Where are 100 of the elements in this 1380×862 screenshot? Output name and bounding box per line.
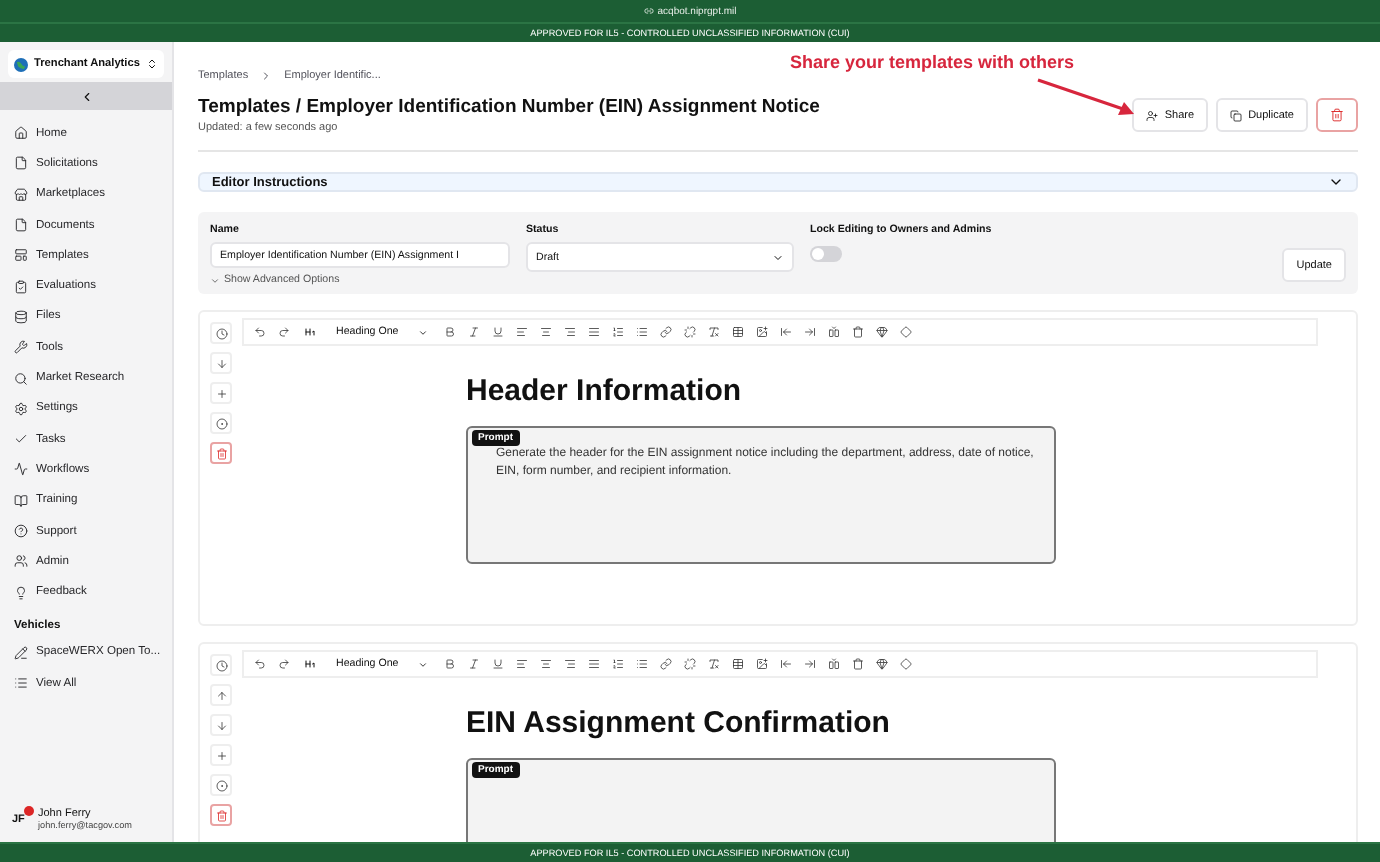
clock-icon [215, 327, 227, 339]
options-button[interactable] [210, 774, 232, 796]
delete-column-icon [851, 326, 864, 338]
toolbar-button[interactable] [512, 323, 531, 341]
lightbulb-icon [14, 585, 28, 600]
clear-format-icon [707, 326, 720, 338]
toolbar-button[interactable] [440, 323, 459, 341]
users-icon [14, 554, 28, 569]
document-icon [14, 156, 28, 171]
toolbar-button[interactable] [872, 323, 891, 341]
circle-dot-icon [215, 417, 227, 429]
unlink-icon [683, 326, 696, 338]
align-justify-icon [587, 326, 600, 338]
lock-toggle[interactable] [810, 246, 842, 262]
notification-dot [24, 805, 34, 815]
history-button[interactable] [210, 654, 232, 676]
toolbar-button[interactable] [584, 323, 603, 341]
toolbar-button[interactable] [776, 323, 795, 341]
align-left-icon [515, 326, 528, 338]
column-right-icon [803, 326, 816, 338]
italic-icon [467, 326, 480, 338]
heading-icon [304, 658, 316, 670]
arrow-down-icon [215, 719, 227, 731]
toolbar-button[interactable] [776, 655, 795, 673]
toolbar-button[interactable] [848, 323, 867, 341]
clipboard-icon [14, 279, 28, 294]
toolbar-button[interactable] [656, 323, 675, 341]
diamond-icon [899, 326, 912, 338]
toolbar-button[interactable] [824, 323, 843, 341]
undo-icon [253, 658, 265, 670]
chevron-left-icon [79, 89, 93, 103]
toolbar-button[interactable] [250, 655, 268, 673]
delete-block-button[interactable] [210, 442, 232, 464]
align-right-icon [563, 658, 576, 670]
numbered-list-icon [611, 658, 624, 670]
history-button[interactable] [210, 322, 232, 344]
toolbar-button[interactable] [656, 655, 675, 673]
annotation-text: Share your templates with others [790, 52, 1075, 72]
align-right-icon [563, 326, 576, 338]
toolbar-button[interactable] [250, 323, 268, 341]
link-icon [659, 658, 672, 670]
table-icon [731, 326, 744, 338]
insert-column-icon [827, 658, 840, 670]
chevron-down-icon [772, 251, 784, 263]
toolbar-button[interactable] [824, 655, 843, 673]
delete-column-icon [851, 658, 864, 670]
section-heading: EIN Assignment Confirmation [466, 706, 892, 740]
unlink-icon [683, 658, 696, 670]
bold-icon [443, 326, 456, 338]
check-icon [14, 432, 28, 447]
toolbar-button[interactable] [560, 323, 579, 341]
delete-block-button[interactable] [210, 804, 232, 826]
toolbar-button[interactable] [848, 655, 867, 673]
toolbar-button[interactable] [536, 323, 555, 341]
toolbar-button[interactable] [800, 655, 819, 673]
trash-icon [215, 809, 227, 821]
help-icon [14, 524, 28, 538]
trash-icon [1330, 108, 1344, 122]
bullet-list-icon [635, 658, 648, 670]
toolbar-button[interactable] [728, 655, 747, 673]
link-icon [659, 326, 672, 338]
toolbar-button[interactable] [584, 655, 603, 673]
bold-icon [443, 658, 456, 670]
chevron-down-icon [418, 659, 429, 669]
settings-icon [14, 401, 28, 416]
toolbar-button[interactable] [274, 655, 292, 673]
toolbar-button[interactable] [800, 323, 819, 341]
toolbar-button[interactable] [728, 323, 747, 341]
toolbar-button[interactable] [536, 655, 555, 673]
align-justify-icon [587, 658, 600, 670]
toolbar-button[interactable] [680, 323, 699, 341]
heading-icon [304, 326, 316, 338]
toolbar-button[interactable] [752, 655, 771, 673]
align-center-icon [539, 326, 552, 338]
toolbar-button[interactable] [704, 323, 723, 341]
list-icon [14, 676, 28, 691]
delete-button[interactable] [1316, 98, 1358, 132]
copy-icon [1230, 109, 1243, 121]
insert-column-icon [827, 326, 840, 338]
options-button[interactable] [210, 412, 232, 434]
toolbar-button[interactable] [704, 655, 723, 673]
toolbar-button[interactable] [752, 323, 771, 341]
document-icon [14, 218, 28, 233]
toolbar-button[interactable] [872, 655, 891, 673]
toolbar-button[interactable] [512, 655, 531, 673]
user-plus-icon [1146, 109, 1159, 121]
align-left-icon [515, 658, 528, 670]
store-icon [14, 187, 28, 202]
toolbar-button[interactable] [560, 655, 579, 673]
numbered-list-icon [611, 326, 624, 338]
home-icon [14, 126, 28, 141]
toolbar-button[interactable] [274, 323, 292, 341]
toolbar-button[interactable] [680, 655, 699, 673]
redo-icon [277, 326, 289, 338]
chevron-down-icon [418, 327, 429, 337]
arrow-down-icon [215, 357, 227, 369]
clock-icon [215, 659, 227, 671]
circle-dot-icon [215, 779, 227, 791]
toolbar-button[interactable] [440, 655, 459, 673]
plus-icon [215, 749, 227, 761]
